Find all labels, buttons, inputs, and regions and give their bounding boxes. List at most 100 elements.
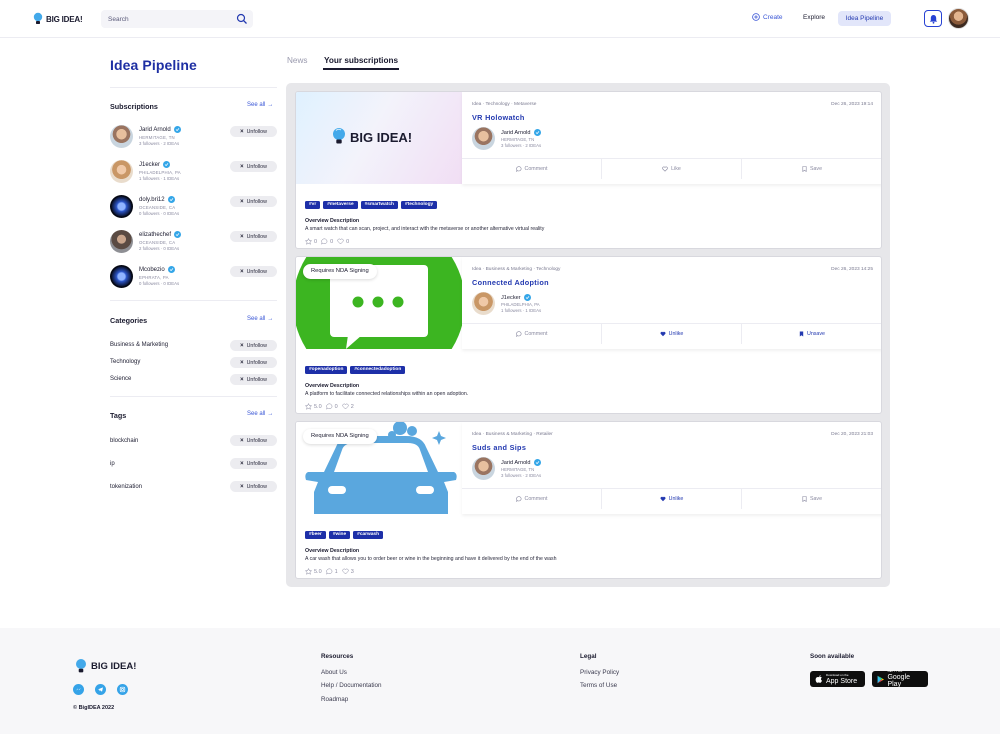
card-actions: Comment Like Save [462, 158, 881, 179]
subscription-name[interactable]: Jarid Arnold [139, 126, 181, 133]
tag-chip[interactable]: #openadoption [305, 366, 348, 374]
idea-title[interactable]: VR Holowatch [472, 113, 525, 122]
tag-chip[interactable]: #smartwatch [360, 201, 398, 209]
unfollow-button[interactable]: × Unfollow [230, 340, 277, 351]
nda-badge: Requires NDA Signing [303, 264, 377, 279]
footer-link-terms[interactable]: Terms of Use [580, 682, 617, 689]
google-play-badge[interactable]: GET IT ON Google Play [872, 670, 928, 688]
create-button[interactable]: Create [752, 13, 783, 21]
categories-see-all-link[interactable]: See all → [247, 316, 273, 322]
unfollow-button[interactable]: × Unfollow [230, 435, 277, 446]
unfollow-button[interactable]: × Unfollow [230, 458, 277, 469]
footer-link-privacy[interactable]: Privacy Policy [580, 669, 619, 676]
author-name[interactable]: Jarid Arnold [501, 129, 541, 136]
subscription-name[interactable]: doly.bri12 [139, 196, 175, 203]
subscription-name[interactable]: J1ecker [139, 161, 171, 168]
author-name[interactable]: Jarid Arnold [501, 459, 541, 466]
footer-link-about[interactable]: About Us [321, 669, 347, 676]
unlike-label: Unlike [668, 331, 684, 337]
notifications-button[interactable] [924, 10, 942, 27]
subscription-stats: 1 followers · 1 IDEAs [139, 176, 180, 181]
close-icon: × [240, 268, 244, 275]
copyright-text: © BigIDEA 2022 [73, 705, 115, 711]
avatar[interactable] [472, 457, 495, 480]
tag-label[interactable]: blockchain [110, 438, 138, 444]
unfollow-button[interactable]: × Unfollow [230, 161, 277, 172]
telegram-icon[interactable] [95, 684, 106, 695]
nav-explore[interactable]: Explore [803, 14, 825, 21]
search-bar [101, 10, 253, 28]
author-name-text: J1ecker [501, 294, 521, 301]
unfollow-button[interactable]: × Unfollow [230, 481, 277, 492]
user-avatar[interactable] [948, 8, 969, 29]
tab-news[interactable]: News [287, 56, 307, 65]
unfollow-label: Unfollow [246, 483, 267, 490]
category-label[interactable]: Business & Marketing [110, 342, 168, 348]
subscription-name[interactable]: elizathechef [139, 231, 182, 238]
footer-logo[interactable]: BIG IDEA! [75, 658, 136, 675]
unfollow-button[interactable]: × Unfollow [230, 374, 277, 385]
idea-image: Requires NDA Signing [296, 257, 462, 349]
unfollow-button[interactable]: × Unfollow [230, 266, 277, 277]
search-input[interactable] [108, 13, 228, 25]
subscriptions-see-all-link[interactable]: See all → [247, 102, 273, 108]
category-label[interactable]: Science [110, 376, 131, 382]
tab-your-subscriptions[interactable]: Your subscriptions [324, 56, 398, 65]
unfollow-label: Unfollow [246, 342, 267, 349]
tag-chip[interactable]: #metaverse [323, 201, 358, 209]
tag-chip[interactable]: #technology [400, 201, 438, 209]
author-location: HERMITAGE, TN [501, 137, 535, 142]
avatar[interactable] [472, 292, 495, 315]
unfollow-button[interactable]: × Unfollow [230, 126, 277, 137]
idea-card[interactable]: Requires NDA Signing Idea · Business & M… [295, 421, 882, 579]
tag-label[interactable]: ip [110, 461, 115, 467]
idea-card[interactable]: BIG IDEA! Idea · Technology · Metaverse … [295, 91, 882, 249]
bookmark-filled-icon [799, 331, 804, 337]
author-name[interactable]: J1ecker [501, 294, 531, 301]
breadcrumb: Idea · Business & Marketing · Technology [472, 267, 561, 272]
tag-list: #beer #wine #carwash [305, 531, 384, 539]
tags-see-all-link[interactable]: See all → [247, 411, 273, 417]
idea-title[interactable]: Suds and Sips [472, 443, 526, 452]
save-button[interactable]: Save [742, 159, 881, 179]
footer-link-roadmap[interactable]: Roadmap [321, 696, 348, 703]
comment-button[interactable]: Comment [462, 159, 602, 179]
unlike-button[interactable]: Unlike [602, 489, 742, 509]
tag-chip[interactable]: #vr [305, 201, 321, 209]
avatar[interactable] [472, 127, 495, 150]
subscription-name[interactable]: Mcobezio [139, 266, 175, 273]
nav-idea-pipeline[interactable]: Idea Pipeline [838, 11, 891, 26]
save-label: Save [809, 166, 823, 172]
page-title: Idea Pipeline [110, 57, 197, 73]
unfollow-button[interactable]: × Unfollow [230, 196, 277, 207]
breadcrumb: Idea · Business & Marketing · Retailer [472, 432, 553, 437]
category-label[interactable]: Technology [110, 359, 140, 365]
verified-icon [167, 196, 175, 203]
tag-chip[interactable]: #carwash [353, 531, 384, 539]
idea-title[interactable]: Connected Adoption [472, 278, 549, 287]
like-button[interactable]: Like [602, 159, 742, 179]
messenger-icon[interactable] [73, 684, 84, 695]
tag-label[interactable]: tokenization [110, 484, 142, 490]
instagram-icon[interactable] [117, 684, 128, 695]
tag-chip[interactable]: #connectedadoption [350, 366, 406, 374]
avatar [110, 265, 133, 288]
comment-button[interactable]: Comment [462, 324, 602, 344]
close-icon: × [240, 163, 244, 170]
comment-button[interactable]: Comment [462, 489, 602, 509]
subscription-name-text: Jarid Arnold [139, 126, 171, 133]
tag-chip[interactable]: #beer [305, 531, 326, 539]
brand-logo[interactable]: BIG IDEA! [33, 12, 83, 26]
tag-chip[interactable]: #wine [328, 531, 351, 539]
app-store-badge[interactable]: Download on the App Store [810, 671, 865, 687]
save-button[interactable]: Save [742, 489, 881, 509]
search-icon[interactable] [236, 13, 248, 25]
image-logo: BIG IDEA! [332, 127, 412, 147]
unfollow-button[interactable]: × Unfollow [230, 357, 277, 368]
idea-card[interactable]: Requires NDA Signing Idea · Business & M… [295, 256, 882, 414]
unlike-button[interactable]: Unlike [602, 324, 742, 344]
footer-link-help[interactable]: Help / Documentation [321, 682, 382, 689]
unsave-button[interactable]: Unsave [742, 324, 881, 344]
unfollow-button[interactable]: × Unfollow [230, 231, 277, 242]
post-date: Dec 26, 2023 19:14 [831, 102, 873, 107]
